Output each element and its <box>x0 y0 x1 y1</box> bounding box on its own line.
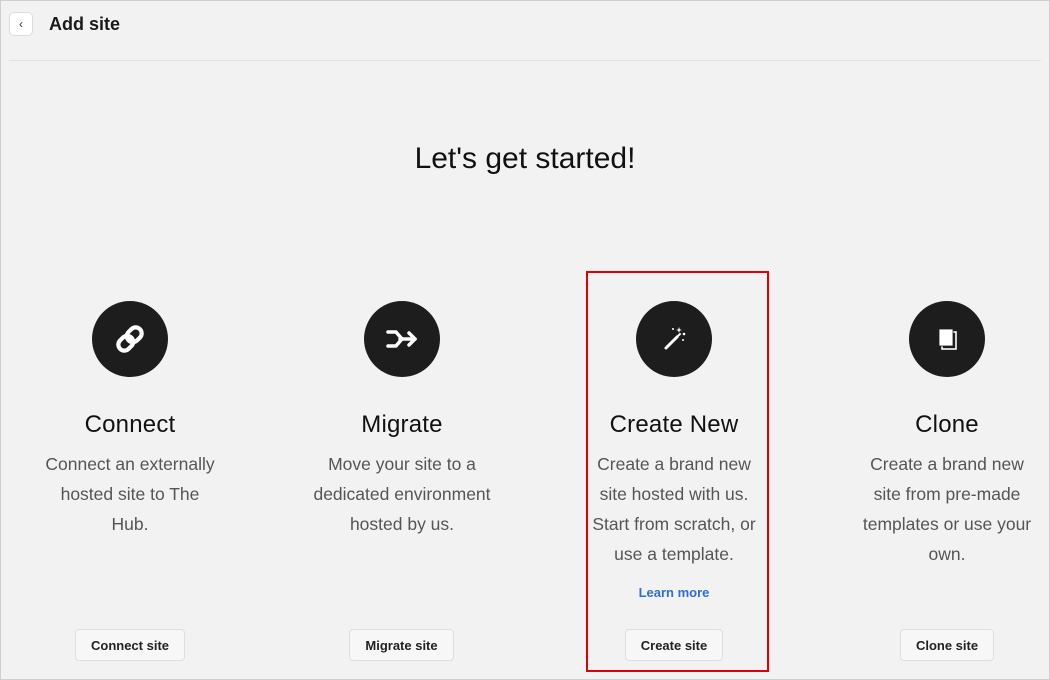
chevron-left-icon: ‹ <box>19 17 23 31</box>
add-site-page: ‹ Add site Let's get started! Connect Co… <box>0 0 1050 680</box>
option-title: Create New <box>609 411 739 438</box>
option-card-connect: Connect Connect an externally hosted sit… <box>15 301 245 539</box>
clone-site-button[interactable]: Clone site <box>900 629 994 661</box>
option-title: Migrate <box>361 411 443 438</box>
page-title: Add site <box>49 14 121 34</box>
copy-pages-icon <box>909 301 985 377</box>
create-site-button[interactable]: Create site <box>625 629 723 661</box>
link-icon <box>92 301 168 377</box>
option-description: Create a brand new site from pre-made te… <box>862 454 1032 564</box>
migrate-site-button[interactable]: Migrate site <box>349 629 454 661</box>
option-card-migrate: Migrate Move your site to a dedicated en… <box>287 301 517 539</box>
option-description: Create a brand new site hosted with us. … <box>592 454 756 564</box>
learn-more-link[interactable]: Learn more <box>559 585 789 600</box>
header-divider <box>9 60 1041 61</box>
headline: Let's get started! <box>414 142 636 175</box>
back-button[interactable]: ‹ <box>9 12 33 36</box>
magic-wand-icon <box>636 301 712 377</box>
option-description: Connect an externally hosted site to The… <box>45 454 215 534</box>
migrate-arrow-icon <box>364 301 440 377</box>
option-title: Connect <box>84 411 176 438</box>
option-title: Clone <box>915 411 979 438</box>
option-card-clone: Clone Create a brand new site from pre-m… <box>832 301 1050 569</box>
connect-site-button[interactable]: Connect site <box>75 629 185 661</box>
page-header: ‹ Add site <box>1 1 1049 60</box>
option-card-create-new: Create New Create a brand new site hoste… <box>559 301 789 569</box>
option-description: Move your site to a dedicated environmen… <box>313 454 491 534</box>
